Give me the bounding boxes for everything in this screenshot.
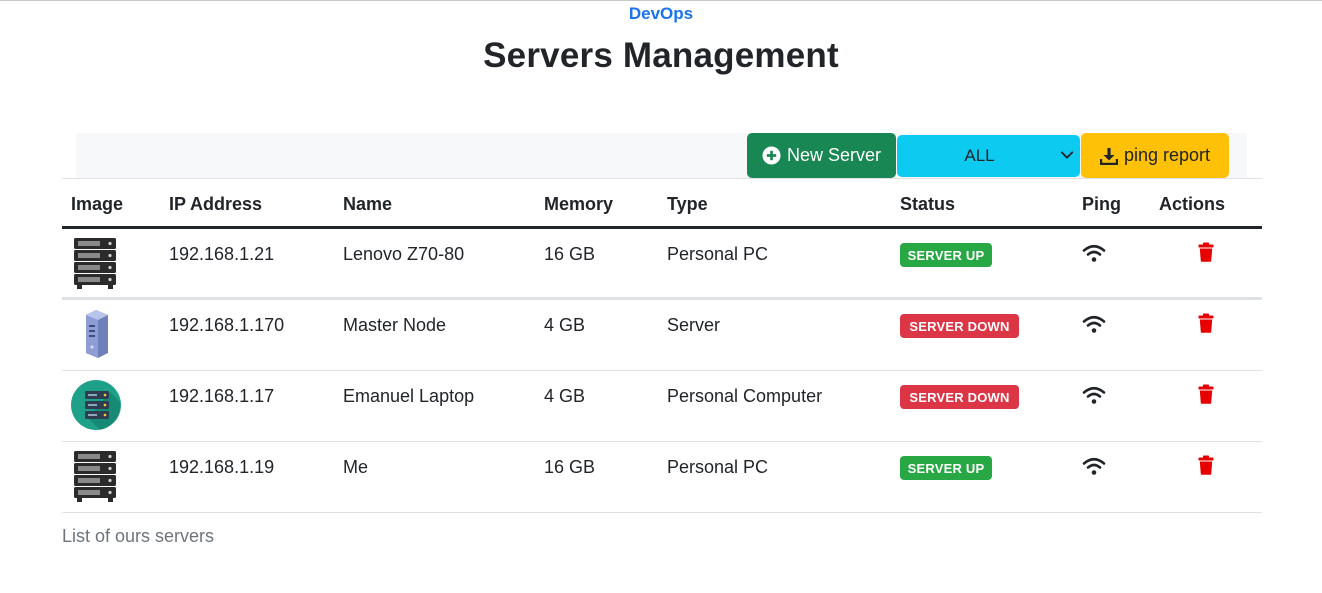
column-header-status: Status [900, 194, 956, 214]
top-border [0, 0, 1322, 1]
column-header-actions: Actions [1159, 194, 1226, 214]
filter-value: ALL [964, 146, 995, 165]
server-circle-image [71, 380, 121, 430]
ping-report-button[interactable]: ping report [1081, 133, 1229, 178]
cell-ip: 192.168.1.21 [169, 244, 275, 264]
column-header-type: Type [667, 194, 708, 214]
cell-memory: 16 GB [544, 244, 596, 264]
trash-icon[interactable] [1198, 455, 1214, 475]
trash-icon[interactable] [1198, 384, 1214, 404]
status-badge: SERVER DOWN [900, 314, 1019, 338]
cell-ip: 192.168.1.170 [169, 315, 285, 335]
cell-name: Lenovo Z70-80 [343, 244, 465, 264]
cell-memory: 16 GB [544, 457, 596, 477]
status-badge: SERVER UP [900, 456, 992, 480]
wifi-icon[interactable] [1082, 456, 1106, 478]
cell-ip: 192.168.1.19 [169, 457, 275, 477]
chevron-down-icon [1060, 151, 1074, 159]
table-header: Image IP Address Name Memory Type Status… [62, 178, 1262, 229]
brand-link[interactable]: DevOps [0, 4, 1322, 24]
cell-type: Personal PC [667, 244, 769, 264]
status-badge: SERVER UP [900, 243, 992, 267]
cell-name: Emanuel Laptop [343, 386, 475, 406]
cell-name: Master Node [343, 315, 447, 335]
column-header-ping: Ping [1082, 194, 1121, 214]
table-row: 192.168.1.21 Lenovo Z70-80 16 GB Persona… [62, 229, 1262, 300]
wifi-icon[interactable] [1082, 314, 1106, 336]
server-rack-image [74, 238, 116, 289]
page-title: Servers Management [483, 36, 839, 75]
column-header-ip: IP Address [169, 194, 263, 214]
table-row: 192.168.1.19 Me 16 GB Personal PC SERVER… [62, 442, 1262, 513]
new-server-button[interactable]: New Server [747, 133, 896, 178]
wifi-icon[interactable] [1082, 243, 1106, 265]
column-header-name: Name [343, 194, 393, 214]
trash-icon[interactable] [1198, 242, 1214, 262]
cell-name: Me [343, 457, 369, 477]
cell-memory: 4 GB [544, 386, 586, 406]
plus-circle-icon [762, 146, 781, 165]
table-caption: List of ours servers [62, 526, 215, 546]
wifi-icon[interactable] [1082, 385, 1106, 407]
cell-type: Personal Computer [667, 386, 823, 406]
status-filter-select[interactable]: ALL [897, 135, 1080, 177]
cell-ip: 192.168.1.17 [169, 386, 275, 406]
table-row: 192.168.1.170 Master Node 4 GB Server SE… [62, 300, 1262, 371]
status-badge: SERVER DOWN [900, 385, 1019, 409]
column-header-image: Image [71, 194, 124, 214]
cell-type: Server [667, 315, 721, 335]
download-icon [1099, 147, 1118, 165]
ping-report-label: ping report [1123, 145, 1211, 165]
new-server-label: New Server [786, 145, 882, 165]
cell-type: Personal PC [667, 457, 769, 477]
server-tower-image [86, 310, 108, 358]
column-header-memory: Memory [544, 194, 614, 214]
servers-table: Image IP Address Name Memory Type Status… [62, 178, 1262, 513]
server-rack-image [74, 451, 116, 502]
trash-icon[interactable] [1198, 313, 1214, 333]
cell-memory: 4 GB [544, 315, 586, 335]
table-row: 192.168.1.17 Emanuel Laptop 4 GB Persona… [62, 371, 1262, 442]
